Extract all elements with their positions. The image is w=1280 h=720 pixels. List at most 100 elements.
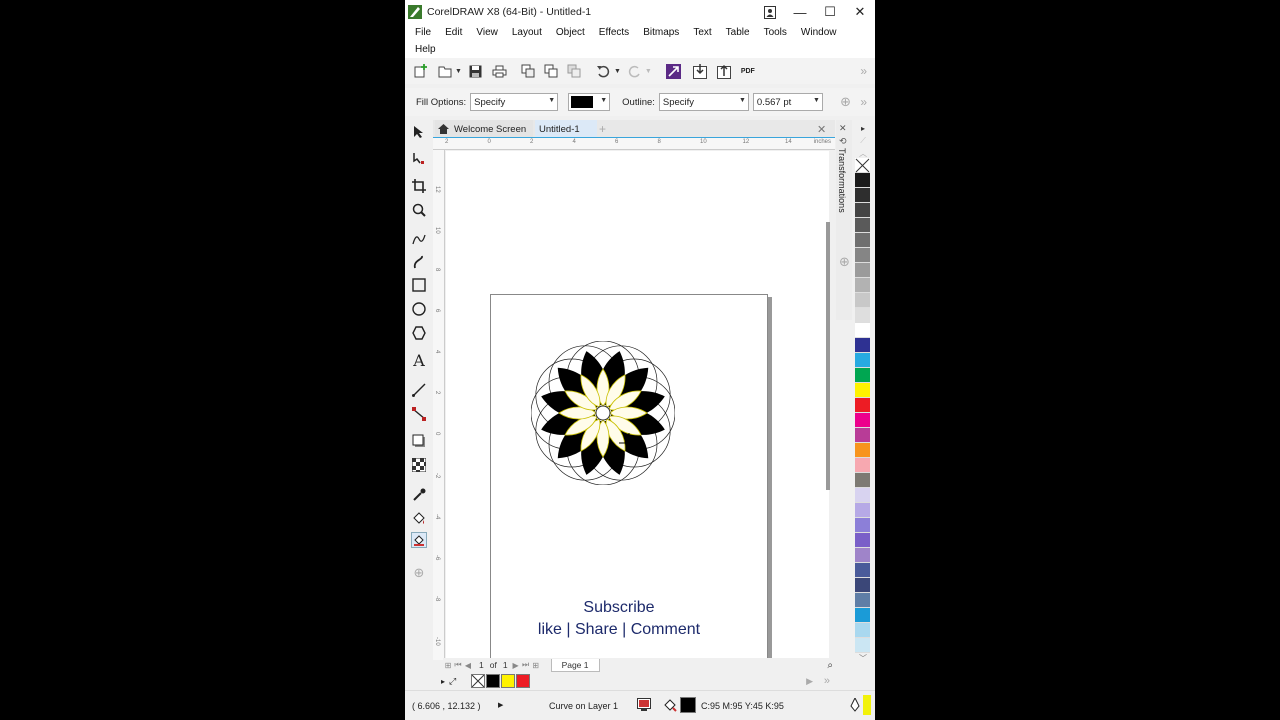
- menu-object[interactable]: Object: [546, 27, 585, 43]
- palette-swatch[interactable]: [855, 413, 870, 428]
- open-dropdown-icon[interactable]: ▼: [455, 68, 462, 75]
- copy-icon[interactable]: [543, 63, 559, 79]
- palette-up-icon[interactable]: ︿: [855, 148, 871, 158]
- import-icon[interactable]: [692, 63, 708, 79]
- palette-swatch[interactable]: [855, 233, 870, 248]
- redo-dropdown-icon[interactable]: ▼: [645, 68, 652, 75]
- menu-window[interactable]: Window: [791, 27, 837, 43]
- polygon-tool-icon[interactable]: [411, 325, 427, 341]
- menu-file[interactable]: File: [405, 27, 431, 43]
- last-page-icon[interactable]: ⏭: [521, 660, 531, 670]
- palette-swatch[interactable]: [855, 443, 870, 458]
- freehand-tool-icon[interactable]: [411, 230, 427, 246]
- zoom-tool-icon[interactable]: [411, 202, 427, 218]
- drawing-canvas[interactable]: Subscribe like | Share | Comment: [446, 151, 829, 658]
- palette-swatch[interactable]: [855, 473, 870, 488]
- palette-down-icon[interactable]: ﹀: [855, 653, 871, 665]
- palette-swatch[interactable]: [855, 623, 870, 638]
- palette-swatch[interactable]: [855, 488, 870, 503]
- doc-palette-overflow-icon[interactable]: »: [824, 675, 830, 687]
- undo-dropdown-icon[interactable]: ▼: [614, 68, 621, 75]
- palette-swatch[interactable]: [855, 458, 870, 473]
- zoom-icon[interactable]: ⌕: [827, 660, 833, 671]
- rectangle-tool-icon[interactable]: [411, 277, 427, 293]
- menu-effects[interactable]: Effects: [589, 27, 629, 43]
- doc-palette-swatch[interactable]: [501, 674, 516, 688]
- maximize-button[interactable]: ☐: [815, 0, 845, 24]
- eyedropper-tool-icon[interactable]: [411, 487, 427, 503]
- doc-palette-arrow-right-icon[interactable]: ▶: [806, 676, 813, 687]
- palette-swatch[interactable]: [855, 203, 870, 218]
- doc-palette-arrow-icon[interactable]: ▸: [441, 677, 445, 686]
- smart-fill-tool-icon[interactable]: [411, 532, 427, 548]
- pick-tool-icon[interactable]: [411, 124, 427, 140]
- menu-layout[interactable]: Layout: [502, 27, 542, 43]
- interactive-fill-tool-icon[interactable]: [411, 510, 427, 526]
- horizontal-ruler[interactable]: inches 2 0 2 4 6 8 10 12 14: [433, 138, 835, 150]
- add-property-icon[interactable]: ⊕: [840, 94, 851, 110]
- palette-swatch[interactable]: [855, 548, 870, 563]
- redo-icon[interactable]: [627, 63, 643, 79]
- toolbar-overflow-icon[interactable]: »: [860, 64, 867, 78]
- add-page-before-icon[interactable]: ⊞: [443, 661, 453, 670]
- palette-swatch[interactable]: [855, 398, 870, 413]
- account-icon[interactable]: [755, 0, 785, 24]
- vertical-ruler[interactable]: 121086420-2-4-6-8-10-12: [433, 150, 445, 687]
- palette-swatch[interactable]: [855, 263, 870, 278]
- doc-palette-swatch[interactable]: [486, 674, 501, 688]
- outline-width-select[interactable]: 0.567 pt ▼: [752, 93, 823, 111]
- palette-swatch[interactable]: [855, 383, 870, 398]
- close-docker-icon[interactable]: ✕: [817, 120, 826, 138]
- first-page-icon[interactable]: ⏮: [453, 660, 463, 670]
- paste-icon[interactable]: [566, 63, 582, 79]
- flower-artwork[interactable]: [531, 341, 675, 485]
- transparency-tool-icon[interactable]: [411, 457, 427, 473]
- minimize-button[interactable]: —: [785, 0, 815, 24]
- add-tool-icon[interactable]: ⊕: [411, 565, 427, 581]
- menu-tools[interactable]: Tools: [754, 27, 787, 43]
- ellipse-tool-icon[interactable]: [411, 301, 427, 317]
- fill-options-select[interactable]: Specify ▼: [470, 93, 559, 111]
- doc-no-color-swatch[interactable]: [471, 674, 486, 688]
- fill-color-picker[interactable]: ▼: [568, 93, 611, 111]
- palette-swatch[interactable]: [855, 173, 870, 188]
- parallel-dimension-tool-icon[interactable]: [411, 382, 427, 398]
- previous-page-icon[interactable]: ◀: [463, 661, 473, 670]
- print-icon[interactable]: [492, 63, 508, 79]
- connector-tool-icon[interactable]: [411, 406, 427, 422]
- palette-swatch[interactable]: [855, 188, 870, 203]
- export-icon[interactable]: [716, 63, 732, 79]
- drop-shadow-tool-icon[interactable]: [411, 433, 427, 449]
- palette-swatch[interactable]: [855, 533, 870, 548]
- transformations-docker[interactable]: ✕ ⟲ Transformations: [836, 120, 852, 320]
- menu-edit[interactable]: Edit: [435, 27, 462, 43]
- page-1-tab[interactable]: Page 1: [550, 658, 600, 672]
- doc-palette-eyedropper-icon[interactable]: ⤢: [449, 676, 456, 687]
- menu-view[interactable]: View: [466, 27, 498, 43]
- palette-swatch[interactable]: [855, 278, 870, 293]
- save-icon[interactable]: [468, 63, 484, 79]
- crop-tool-icon[interactable]: [411, 178, 427, 194]
- shape-tool-icon[interactable]: [411, 150, 427, 166]
- docker-close-icon[interactable]: ✕: [839, 123, 847, 134]
- cut-icon[interactable]: [520, 63, 536, 79]
- palette-swatch[interactable]: [855, 563, 870, 578]
- palette-swatch[interactable]: [855, 518, 870, 533]
- menu-table[interactable]: Table: [716, 27, 750, 43]
- palette-swatch[interactable]: [855, 608, 870, 623]
- palette-swatch[interactable]: [855, 503, 870, 518]
- tab-welcome-screen[interactable]: Welcome Screen: [435, 120, 533, 138]
- palette-swatch[interactable]: [855, 218, 870, 233]
- undo-icon[interactable]: [596, 63, 612, 79]
- page[interactable]: Subscribe like | Share | Comment: [490, 294, 768, 658]
- tab-untitled-1[interactable]: Untitled-1: [535, 120, 597, 138]
- new-tab-icon[interactable]: +: [599, 120, 606, 138]
- close-button[interactable]: ✕: [845, 0, 875, 24]
- propbar-overflow-icon[interactable]: »: [860, 95, 867, 109]
- doc-palette-swatch[interactable]: [516, 674, 531, 688]
- open-icon[interactable]: [437, 63, 453, 79]
- no-color-swatch[interactable]: [855, 158, 870, 173]
- palette-swatch[interactable]: [855, 368, 870, 383]
- palette-swatch[interactable]: [855, 593, 870, 608]
- vertical-scrollbar[interactable]: [826, 222, 830, 490]
